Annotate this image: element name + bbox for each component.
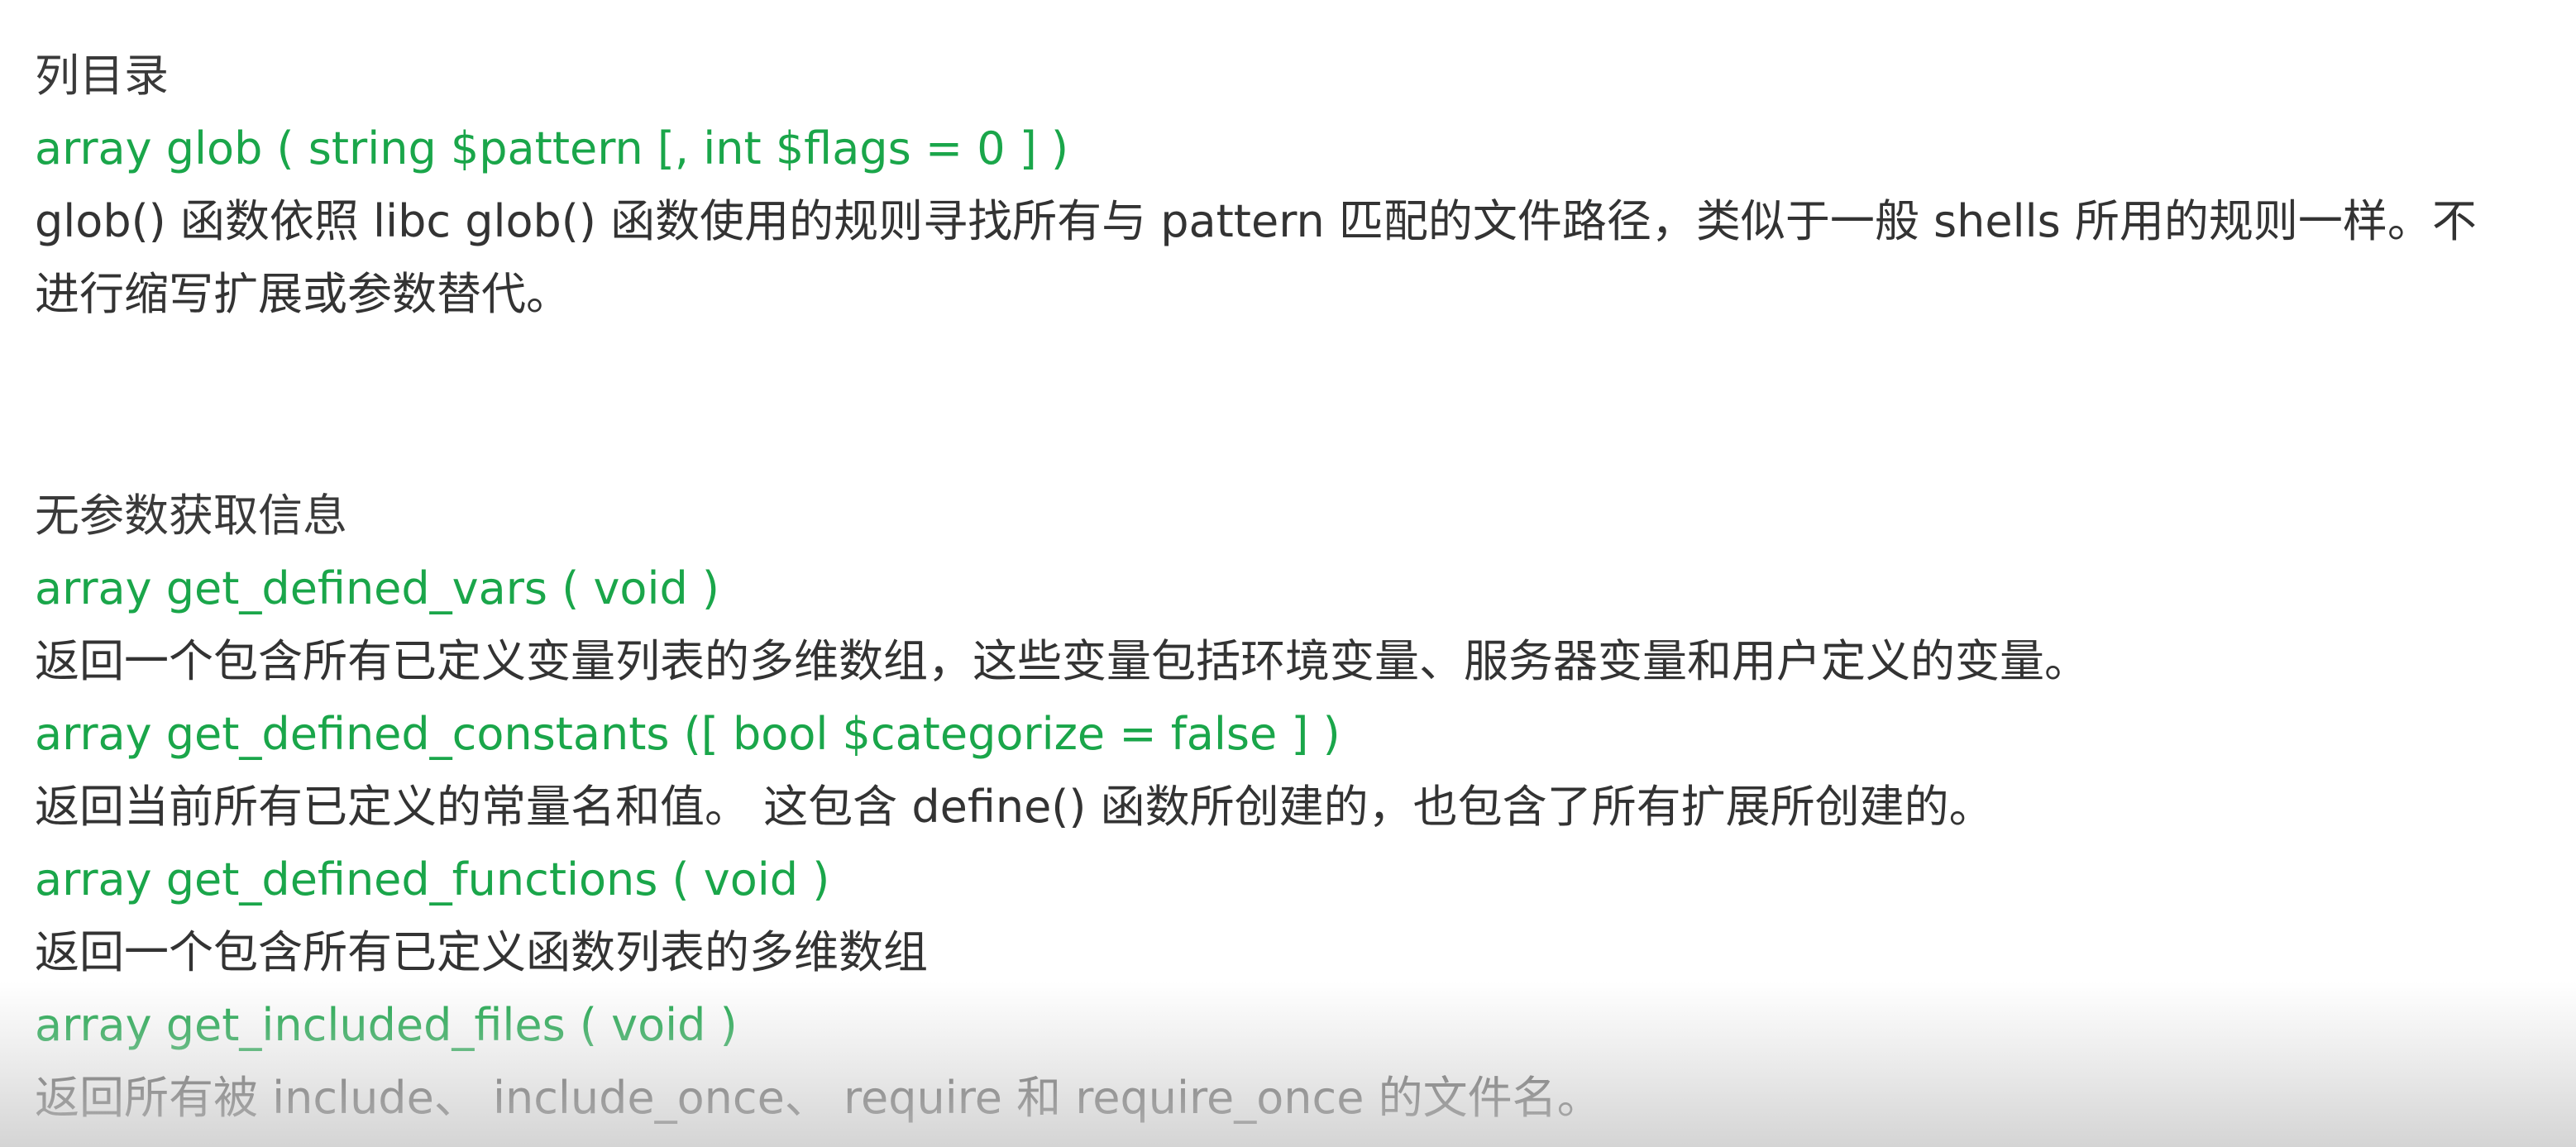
section-no-param-info: 无参数获取信息 array get_defined_vars ( void ) … [35,480,2549,1135]
function-description-get-defined-vars: 返回一个包含所有已定义变量列表的多维数组，这些变量包括环境变量、服务器变量和用户… [35,635,2089,687]
document-page: 列目录 array glob ( string $pattern [, int … [0,0,2576,1147]
section-heading: 列目录 [35,50,169,102]
document-content: 列目录 array glob ( string $pattern [, int … [35,40,2549,1135]
function-signature-glob: array glob ( string $pattern [, int $fla… [35,122,1069,174]
function-description-get-included-files: 返回所有被 include、 include_once、 require 和 r… [35,1072,1602,1124]
function-description-get-defined-constants: 返回当前所有已定义的常量名和值。 这包含 define() 函数所创建的，也包含… [35,781,1994,833]
function-signature-get-defined-vars: array get_defined_vars ( void ) [35,562,719,614]
function-description-get-defined-functions: 返回一个包含所有已定义函数列表的多维数组 [35,926,928,978]
function-signature-get-defined-functions: array get_defined_functions ( void ) [35,853,830,906]
function-description-glob: glob() 函数依照 libc glob() 函数使用的规则寻找所有与 pat… [35,195,2477,320]
function-signature-get-included-files: array get_included_files ( void ) [35,999,738,1051]
function-signature-get-defined-constants: array get_defined_constants ([ bool $cat… [35,708,1341,760]
section-list-directory: 列目录 array glob ( string $pattern [, int … [35,40,2549,331]
section-heading: 无参数获取信息 [35,490,347,542]
